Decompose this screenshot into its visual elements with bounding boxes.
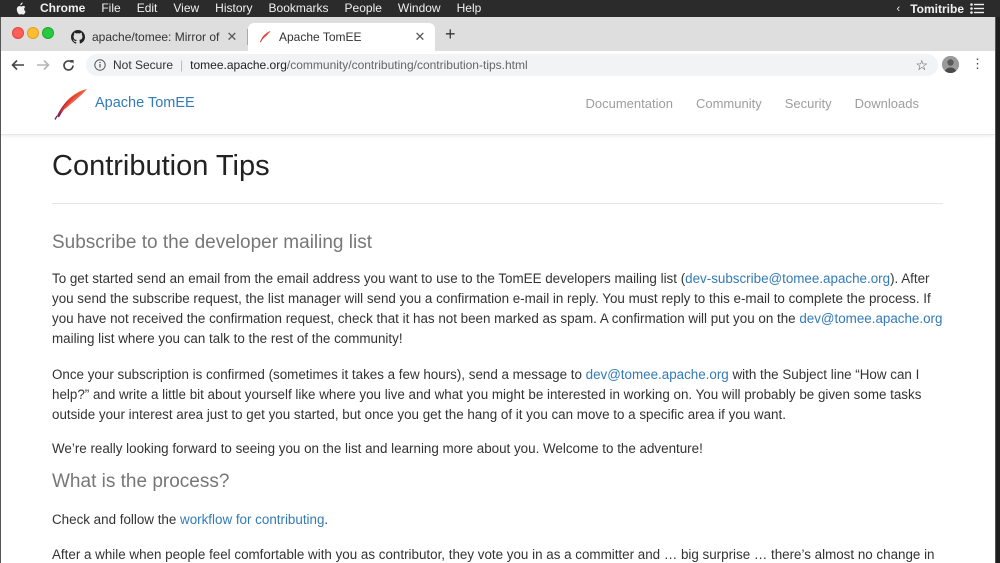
- url-domain: tomee.apache.org: [190, 58, 287, 72]
- dev-email-link[interactable]: dev@tomee.apache.org: [799, 311, 942, 326]
- url-path: /community/contributing/contribution-tip…: [286, 58, 528, 72]
- notification-list-icon[interactable]: [970, 3, 984, 14]
- paragraph-workflow: Check and follow the workflow for contri…: [52, 510, 943, 530]
- paragraph-subscribe: To get started send an email from the em…: [52, 269, 943, 349]
- menu-view[interactable]: View: [173, 0, 199, 17]
- menu-window[interactable]: Window: [398, 0, 441, 17]
- new-tab-button[interactable]: +: [445, 25, 456, 43]
- site-navbar: Apache TomEE Documentation Community Sec…: [1, 80, 995, 135]
- menu-bookmarks[interactable]: Bookmarks: [269, 0, 329, 17]
- tab-strip: apache/tomee: Mirror of ✕ Apache TomEE ✕…: [1, 17, 995, 51]
- text: Check and follow the: [52, 512, 181, 527]
- text: mailing list where you can talk to the r…: [52, 331, 403, 346]
- section-heading-process: What is the process?: [52, 471, 230, 492]
- browser-toolbar: Not Secure | tomee.apache.org /community…: [1, 51, 995, 81]
- close-window-button[interactable]: [12, 27, 24, 39]
- browser-window: apache/tomee: Mirror of ✕ Apache TomEE ✕…: [0, 17, 996, 563]
- profile-avatar[interactable]: [942, 56, 959, 73]
- title-divider: [52, 203, 943, 204]
- section-heading-subscribe: Subscribe to the developer mailing list: [52, 232, 373, 253]
- tab-title: Apache TomEE: [279, 30, 362, 44]
- tab-apache-tomee[interactable]: Apache TomEE ✕: [248, 23, 435, 51]
- nav-documentation[interactable]: Documentation: [586, 96, 673, 111]
- close-tab-icon[interactable]: ✕: [413, 29, 427, 45]
- site-brand-link[interactable]: Apache TomEE: [95, 95, 195, 111]
- menu-people[interactable]: People: [345, 0, 382, 17]
- feather-icon: [258, 30, 272, 44]
- paragraph-welcome: We’re really looking forward to seeing y…: [52, 441, 703, 456]
- nav-security[interactable]: Security: [785, 96, 832, 111]
- text: To get started send an email from the em…: [52, 271, 686, 286]
- chevron-left-icon[interactable]: ‹: [897, 3, 901, 15]
- screen: Chrome File Edit View History Bookmarks …: [0, 0, 1000, 563]
- info-icon[interactable]: [94, 59, 106, 71]
- web-page: Apache TomEE Documentation Community Sec…: [1, 80, 995, 563]
- apple-icon[interactable]: [14, 2, 26, 15]
- tab-title: apache/tomee: Mirror of: [92, 30, 220, 44]
- nav-community[interactable]: Community: [696, 96, 762, 111]
- close-tab-icon[interactable]: ✕: [225, 29, 239, 45]
- menubar-status-area: ‹ Tomitribe: [897, 0, 1000, 17]
- zoom-window-button[interactable]: [42, 27, 54, 39]
- security-status[interactable]: Not Secure: [113, 58, 173, 72]
- tab-github[interactable]: apache/tomee: Mirror of ✕: [61, 23, 247, 51]
- menu-help[interactable]: Help: [457, 0, 482, 17]
- menubar-user-name[interactable]: Tomitribe: [910, 2, 964, 16]
- macos-menubar: Chrome File Edit View History Bookmarks …: [0, 0, 1000, 17]
- workflow-link[interactable]: workflow for contributing: [180, 512, 324, 527]
- menu-history[interactable]: History: [215, 0, 252, 17]
- address-bar[interactable]: Not Secure | tomee.apache.org /community…: [86, 54, 938, 76]
- forward-button[interactable]: [35, 57, 51, 73]
- site-nav-links: Documentation Community Security Downloa…: [563, 96, 920, 111]
- back-button[interactable]: [10, 57, 26, 73]
- minimize-window-button[interactable]: [27, 27, 39, 39]
- menu-edit[interactable]: Edit: [137, 0, 158, 17]
- text: Once your subscription is confirmed (som…: [52, 367, 586, 382]
- github-icon: [71, 30, 85, 44]
- reload-button[interactable]: [60, 57, 76, 73]
- nav-downloads[interactable]: Downloads: [855, 96, 919, 111]
- paragraph-committer: After a while when people feel comfortab…: [52, 547, 935, 562]
- text: .: [324, 512, 329, 527]
- chrome-menu-icon[interactable]: ⋮: [971, 57, 984, 71]
- bookmark-star-icon[interactable]: ☆: [915, 57, 928, 74]
- paragraph-confirmation: Once your subscription is confirmed (som…: [52, 365, 943, 425]
- menu-file[interactable]: File: [101, 0, 120, 17]
- apache-feather-logo[interactable]: [53, 88, 89, 120]
- dev-subscribe-email-link[interactable]: dev-subscribe@tomee.apache.org: [685, 271, 890, 286]
- menu-app-chrome[interactable]: Chrome: [40, 0, 85, 17]
- omnibox-divider: |: [180, 58, 184, 72]
- page-title: Contribution Tips: [52, 150, 270, 182]
- dev-email-link[interactable]: dev@tomee.apache.org: [586, 367, 729, 382]
